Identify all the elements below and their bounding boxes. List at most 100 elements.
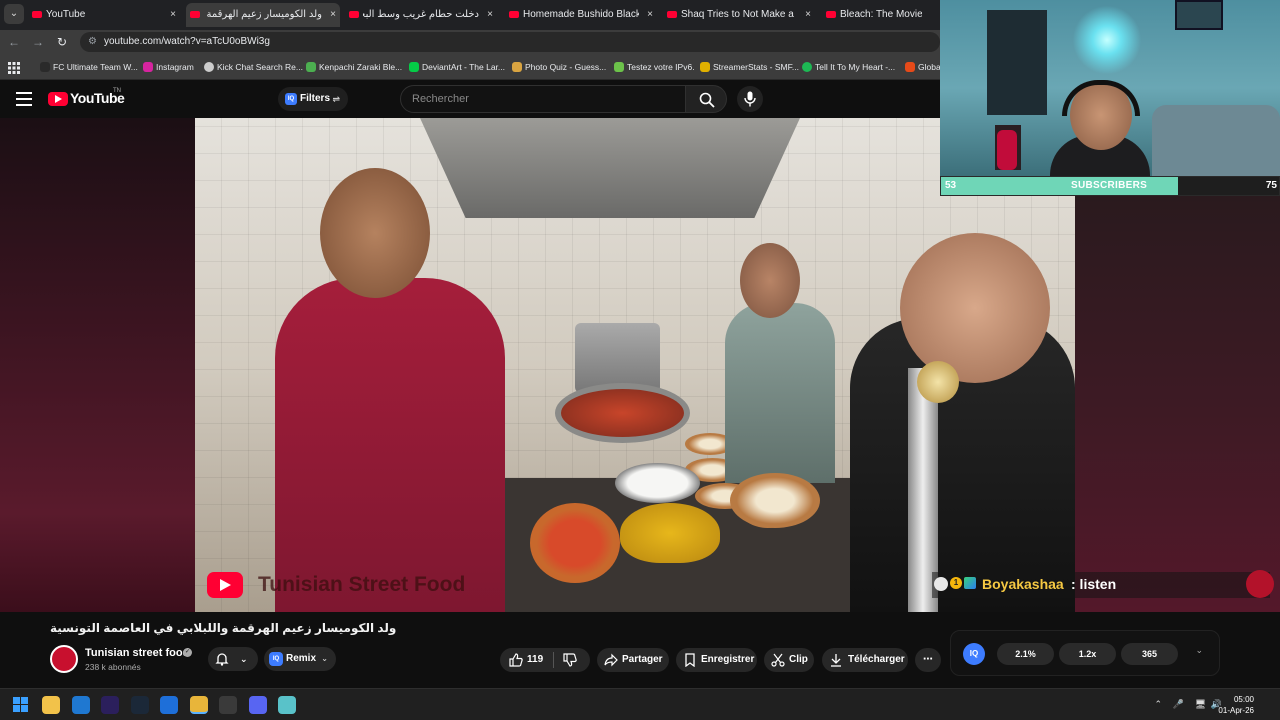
tab-title: دخلت حطام غريب وسط البحر و [363,9,479,20]
bookmark-item[interactable]: Kick Chat Search Re... [204,60,303,74]
bookmark-favicon-icon [204,62,214,72]
bookmark-item[interactable]: FC Ultimate Team W... [40,60,138,74]
extension-iq-icon: IQ [269,652,283,666]
chat-text: : listen [1071,576,1117,592]
bookmark-label: Tell It To My Heart -... [815,62,896,72]
taskbar-app-app-blue-icon[interactable] [160,696,178,714]
menu-icon[interactable] [16,92,32,106]
browser-tab[interactable]: Homemade Bushido Black Smo × [505,3,657,27]
thumbs-up-icon[interactable] [509,653,523,667]
webcam-frame-sofa [1152,105,1280,176]
bookmark-label: Testez votre IPv6. [627,62,695,72]
clip-label: Clip [789,654,808,665]
verified-check-icon: ✓ [183,648,192,657]
share-button[interactable]: Partager [597,648,669,672]
remix-button[interactable]: IQ Remix ⌄ [264,647,336,671]
youtube-favicon-icon [349,11,359,18]
engagement-rate-stat: 2.1% [997,643,1054,665]
more-actions-button[interactable]: ⋯ [915,648,941,672]
bookmark-item[interactable]: StreamerStats - SMF... [700,60,799,74]
bookmark-item[interactable]: Kenpachi Zaraki Ble... [306,60,402,74]
channel-name[interactable]: Tunisian street food [85,647,189,659]
share-icon [604,653,618,667]
windows-start-icon[interactable] [13,697,29,713]
bookmark-label: DeviantArt - The Lar... [422,62,505,72]
browser-tab[interactable]: Bleach: The Movie (2027) | B [822,3,940,27]
sliders-icon: ⇌ [332,94,340,104]
close-tab-icon[interactable]: × [170,3,176,27]
url-text: youtube.com/watch?v=aTcU0oBWi3g [104,36,270,47]
close-tab-icon[interactable]: × [487,3,493,27]
bookmark-favicon-icon [905,62,915,72]
extension-iq-icon: IQ [285,93,297,105]
bookmark-item[interactable]: Tell It To My Heart -... [802,60,895,74]
like-count[interactable]: 119 [527,648,543,672]
microphone-tray-icon[interactable]: 🎤 [1173,699,1184,710]
video-frame-pot [555,383,690,443]
close-tab-icon[interactable]: × [805,3,811,27]
tab-search-menu[interactable]: ⌄ [4,4,24,24]
reload-icon[interactable]: ↻ [54,34,70,50]
tab-title: Shaq Tries to Not Make a Face [681,9,797,20]
video-frame-person [740,243,800,318]
taskbar-app-steam-icon[interactable] [130,696,149,714]
thumbs-down-icon[interactable] [563,653,577,667]
taskbar-app-discord-icon[interactable] [248,696,267,714]
voice-search-button[interactable] [737,86,763,112]
extension-iq-icon[interactable]: IQ [963,643,985,665]
search-input[interactable]: Rechercher [400,85,686,113]
chevron-down-icon[interactable]: ⌄ [1195,645,1203,656]
browser-tab[interactable]: دخلت حطام غريب وسط البحر و × [345,3,497,27]
chat-message: 1 Boyakashaa : listen [932,570,1274,598]
browser-tab-active[interactable]: ولد الكوميسار زعيم الهرقمة و × [186,3,340,27]
display-tray-icon[interactable]: 🖥 [1195,699,1206,710]
back-arrow-icon[interactable]: ← [6,34,22,50]
bookmark-item[interactable]: Testez votre IPv6. [614,60,695,74]
video-frame-person [900,233,1050,383]
country-code: TN [113,88,121,94]
filters-button[interactable]: IQ Filters ⇌ [278,87,348,111]
channel-watermark-text: Tunisian Street Food [258,573,466,596]
tray-overflow-icon[interactable]: ⌃ [1154,699,1162,710]
bookmark-item[interactable]: Photo Quiz - Guess... [512,60,606,74]
close-tab-icon[interactable]: × [330,3,336,27]
remix-label: Remix [286,653,317,664]
bookmark-item[interactable]: Instagram [143,60,194,74]
search-button[interactable] [685,85,727,113]
taskbar-app-explorer-icon[interactable] [42,696,60,714]
bookmark-favicon-icon [512,62,522,72]
bookmark-item[interactable]: Globa [905,60,941,74]
multiplier-stat: 1.2x [1059,643,1116,665]
bookmark-item[interactable]: DeviantArt - The Lar... [409,60,505,74]
bookmark-icon [685,653,695,667]
tab-title: Bleach: The Movie (2027) | B [840,9,922,20]
subscriber-goal-bar: 53 SUBSCRIBERS 75 [940,176,1280,196]
clip-button[interactable]: Clip [764,648,814,672]
download-label: Télécharger [848,654,905,665]
site-settings-icon[interactable]: ⚙ [88,32,97,52]
taskbar-clock[interactable]: 05:00 01-Apr-26 [1218,694,1254,716]
webcam-frame-door [987,10,1047,115]
bookmark-favicon-icon [614,62,624,72]
player-ambient-right [1075,195,1280,612]
url-field[interactable]: ⚙ youtube.com/watch?v=aTcU0oBWi3g [80,32,940,52]
save-button[interactable]: Enregistrer [676,648,757,672]
channel-avatar[interactable] [50,645,78,673]
browser-tab[interactable]: Shaq Tries to Not Make a Face × [663,3,815,27]
apps-grid-icon[interactable] [8,61,20,74]
bell-icon [215,653,229,666]
browser-tab[interactable]: YouTube × [28,3,180,27]
channel-watermark-play-icon[interactable] [207,572,243,598]
forward-arrow-icon[interactable]: → [30,34,46,50]
taskbar-app-notepad-icon[interactable] [278,696,296,714]
taskbar-app-obs-icon[interactable] [219,696,237,714]
close-tab-icon[interactable]: × [647,3,653,27]
download-button[interactable]: Télécharger [822,648,908,672]
taskbar-app-premiere-icon[interactable] [101,696,119,714]
taskbar-app-outlook-icon[interactable] [71,696,90,714]
bookmark-label: Instagram [156,62,194,72]
subscribed-notifications-button[interactable]: ⌄ [208,647,258,671]
taskbar-app-chrome-icon[interactable] [189,696,208,714]
subscriber-count-text: 238 k abonnés [85,662,141,672]
youtube-logo-icon[interactable] [48,92,68,106]
